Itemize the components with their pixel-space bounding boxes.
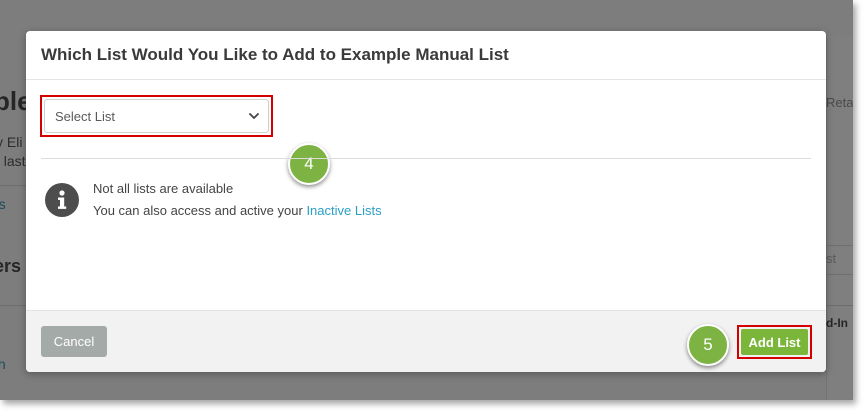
background-subtitle-line1: y Eli bbox=[0, 134, 23, 150]
select-list-value: Select List bbox=[55, 108, 115, 124]
background-right-label: Reta bbox=[826, 95, 853, 110]
step-5-badge: 5 bbox=[687, 324, 729, 366]
add-list-modal: Which List Would You Like to Add to Exam… bbox=[26, 31, 826, 372]
background-subtitle-line2: t last bbox=[0, 153, 26, 169]
screenshot-frame: ple y Eli t last rs ers th Reta st d-In … bbox=[0, 0, 853, 400]
info-message-line1: Not all lists are available bbox=[93, 181, 234, 196]
background-section-heading: ers bbox=[0, 256, 22, 276]
modal-title: Which List Would You Like to Add to Exam… bbox=[41, 45, 509, 64]
add-list-button[interactable]: Add List bbox=[741, 329, 808, 355]
info-icon bbox=[45, 183, 79, 217]
background-link: rs bbox=[0, 196, 6, 212]
background-divider bbox=[826, 305, 853, 306]
background-right-panel bbox=[826, 36, 853, 400]
select-list-dropdown[interactable]: Select List bbox=[44, 99, 269, 133]
modal-body: Select List 4 Not all lists are availabl… bbox=[26, 80, 826, 310]
modal-footer: Cancel 5 Add List bbox=[26, 310, 826, 372]
info-message-prefix: You can also access and active your bbox=[93, 203, 307, 218]
cancel-button[interactable]: Cancel bbox=[41, 326, 107, 357]
modal-header: Which List Would You Like to Add to Exam… bbox=[26, 31, 826, 80]
chevron-down-icon bbox=[249, 113, 259, 119]
background-right-placeholder: st bbox=[826, 251, 837, 266]
modal-body-divider bbox=[41, 158, 811, 159]
step-4-badge: 4 bbox=[288, 143, 330, 185]
background-link: th bbox=[0, 356, 6, 372]
info-message-line2: You can also access and active your Inac… bbox=[93, 203, 382, 218]
inactive-lists-link[interactable]: Inactive Lists bbox=[306, 203, 381, 218]
background-column-header: d-In bbox=[826, 316, 848, 330]
